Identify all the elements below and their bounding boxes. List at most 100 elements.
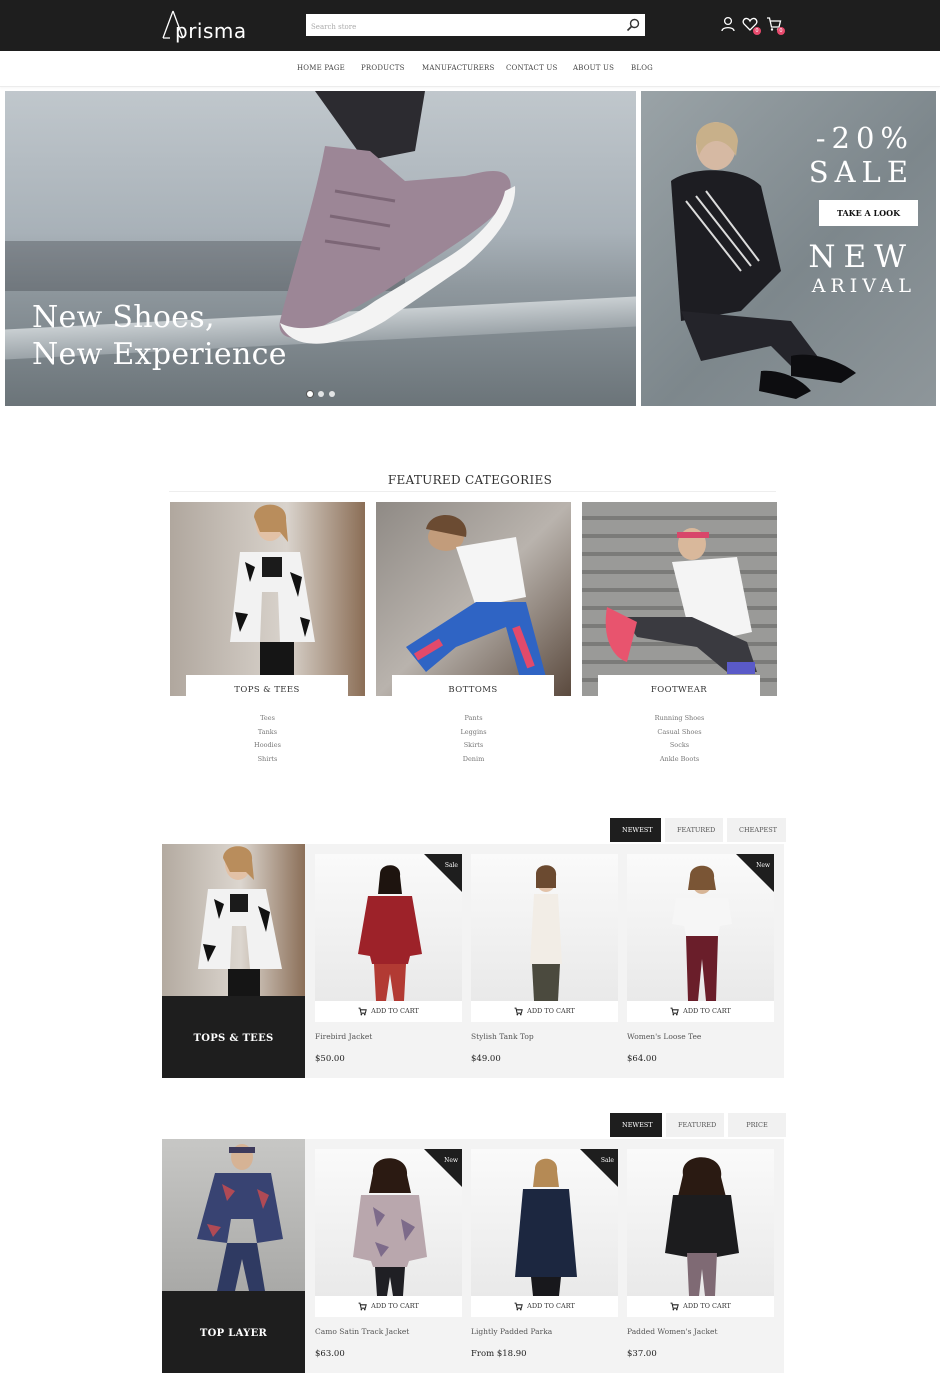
slider-dot-1[interactable] [307, 391, 313, 397]
nav-contact-us[interactable]: CONTACT US [506, 64, 558, 72]
add-to-cart-button[interactable]: ADD TO CART [315, 1001, 462, 1022]
tab-price-asc[interactable]: PRICE ASC [728, 1113, 786, 1153]
cart-icon [514, 1007, 523, 1016]
add-to-cart-button[interactable]: ADD TO CART [627, 1296, 774, 1317]
category-link[interactable]: Ankle Boots [582, 753, 777, 767]
category-link[interactable]: Pants [376, 712, 571, 726]
product-image[interactable]: New [627, 854, 774, 1001]
category-label[interactable]: BOTTOMS [392, 675, 554, 696]
cart-button[interactable]: 0 [766, 16, 785, 35]
product-price: $63.00 [315, 1349, 345, 1359]
side-banner-label: TOP LAYER [162, 1291, 305, 1373]
nav-products[interactable]: PRODUCTS [361, 64, 405, 72]
product-name[interactable]: Camo Satin Track Jacket [315, 1327, 462, 1336]
product-image[interactable]: Sale [315, 854, 462, 1001]
take-a-look-button[interactable]: TAKE A LOOK [819, 200, 918, 226]
product-price: From $18.90 [471, 1349, 527, 1359]
product-price: $49.00 [471, 1054, 501, 1064]
promo-sale: SALE [808, 155, 914, 189]
tab-cheapest[interactable]: CHEAPEST [727, 818, 786, 842]
product-image[interactable] [471, 854, 618, 1001]
nav-home-page[interactable]: HOME PAGE [297, 64, 345, 72]
product-price: $37.00 [627, 1349, 657, 1359]
product-card[interactable]: ADD TO CART Stylish Tank Top $49.00 [471, 854, 618, 1064]
cart-icon [358, 1007, 367, 1016]
category-link[interactable]: Shirts [170, 753, 365, 767]
search-icon[interactable] [625, 17, 641, 33]
product-tabs-2: NEWEST FEATURED PRICE ASC [610, 1113, 786, 1153]
product-name[interactable]: Women's Loose Tee [627, 1032, 774, 1041]
tab-featured[interactable]: FEATURED [666, 1113, 724, 1137]
add-to-cart-button[interactable]: ADD TO CART [471, 1296, 618, 1317]
nav-manufacturers[interactable]: MANUFACTURERS [422, 64, 495, 72]
category-bottoms[interactable]: BOTTOMS Pants Leggins Skirts Denim [376, 502, 571, 763]
add-to-cart-button[interactable]: ADD TO CART [471, 1001, 618, 1022]
category-link[interactable]: Skirts [376, 739, 571, 753]
user-icon[interactable] [720, 16, 736, 32]
product-card[interactable]: Sale ADD TO CART Lightly Padded Parka Fr… [471, 1149, 618, 1359]
product-card[interactable]: Sale ADD TO CART Firebird Jacket $50.00 [315, 854, 462, 1064]
category-link[interactable]: Hoodies [170, 739, 365, 753]
product-tabs-1: NEWEST FEATURED CHEAPEST [610, 818, 786, 842]
product-badge: Sale [600, 1157, 614, 1164]
add-to-cart-button[interactable]: ADD TO CART [315, 1296, 462, 1317]
product-name[interactable]: Padded Women's Jacket [627, 1327, 774, 1336]
category-links: Running Shoes Casual Shoes Socks Ankle B… [582, 712, 777, 766]
slider-dot-2[interactable] [318, 391, 324, 397]
product-card[interactable]: New ADD TO CART Camo Satin Track Jacket … [315, 1149, 462, 1359]
side-banner-top-layer[interactable]: TOP LAYER [162, 1139, 305, 1373]
category-footwear[interactable]: FOOTWEAR Running Shoes Casual Shoes Sock… [582, 502, 777, 763]
cart-icon [514, 1302, 523, 1311]
product-section-top-layer: TOP LAYER New ADD TO CART Camo Satin Tra… [162, 1139, 784, 1373]
tab-featured[interactable]: FEATURED [665, 818, 723, 842]
product-price: $64.00 [627, 1054, 657, 1064]
product-image[interactable] [627, 1149, 774, 1296]
tab-newest[interactable]: NEWEST [610, 818, 661, 842]
cart-icon [670, 1007, 679, 1016]
wishlist-count-badge: 0 [753, 27, 761, 35]
category-link[interactable]: Socks [582, 739, 777, 753]
category-label[interactable]: FOOTWEAR [598, 675, 760, 696]
category-link[interactable]: Running Shoes [582, 712, 777, 726]
promo-new: NEW [808, 239, 914, 275]
cart-icon [670, 1302, 679, 1311]
product-card[interactable]: New ADD TO CART Women's Loose Tee $64.00 [627, 854, 774, 1064]
category-link[interactable]: Casual Shoes [582, 726, 777, 740]
product-image[interactable]: New [315, 1149, 462, 1296]
side-banner-tops[interactable]: TOPS & TEES [162, 844, 305, 1078]
category-links: Tees Tanks Hoodies Shirts [170, 712, 365, 766]
category-image: FOOTWEAR [582, 502, 777, 696]
sneaker-image [279, 91, 516, 344]
featured-categories-title: FEATURED CATEGORIES [387, 473, 553, 487]
search-box [306, 14, 645, 38]
tab-newest[interactable]: NEWEST [610, 1113, 662, 1137]
cart-count-badge: 0 [777, 27, 785, 35]
search-input[interactable] [306, 16, 606, 38]
product-name[interactable]: Lightly Padded Parka [471, 1327, 618, 1336]
nav-blog[interactable]: BLOG [631, 64, 653, 72]
product-card[interactable]: ADD TO CART Padded Women's Jacket $37.00 [627, 1149, 774, 1359]
logo[interactable]: prisma [160, 10, 247, 42]
slider-dots [307, 391, 335, 397]
category-link[interactable]: Denim [376, 753, 571, 767]
category-link[interactable]: Tanks [170, 726, 365, 740]
wishlist-button[interactable]: 0 [742, 16, 761, 35]
product-section-tops: TOPS & TEES Sale ADD TO CART Firebird Ja… [162, 844, 784, 1078]
product-name[interactable]: Firebird Jacket [315, 1032, 462, 1041]
badge-corner [424, 854, 462, 892]
add-to-cart-button[interactable]: ADD TO CART [627, 1001, 774, 1022]
cart-icon [358, 1302, 367, 1311]
nav-about-us[interactable]: ABOUT US [573, 64, 614, 72]
product-name[interactable]: Stylish Tank Top [471, 1032, 618, 1041]
divider [169, 491, 776, 492]
category-link[interactable]: Tees [170, 712, 365, 726]
category-label[interactable]: TOPS & TEES [186, 675, 348, 696]
category-image: BOTTOMS [376, 502, 571, 696]
category-tops-tees[interactable]: TOPS & TEES Tees Tanks Hoodies Shirts [170, 502, 365, 763]
category-link[interactable]: Leggins [376, 726, 571, 740]
hero-slider[interactable]: New Shoes, New Experience [5, 91, 636, 406]
product-image[interactable]: Sale [471, 1149, 618, 1296]
badge-corner [736, 854, 774, 892]
slider-dot-3[interactable] [329, 391, 335, 397]
hero-title: New Shoes, New Experience [32, 300, 287, 372]
